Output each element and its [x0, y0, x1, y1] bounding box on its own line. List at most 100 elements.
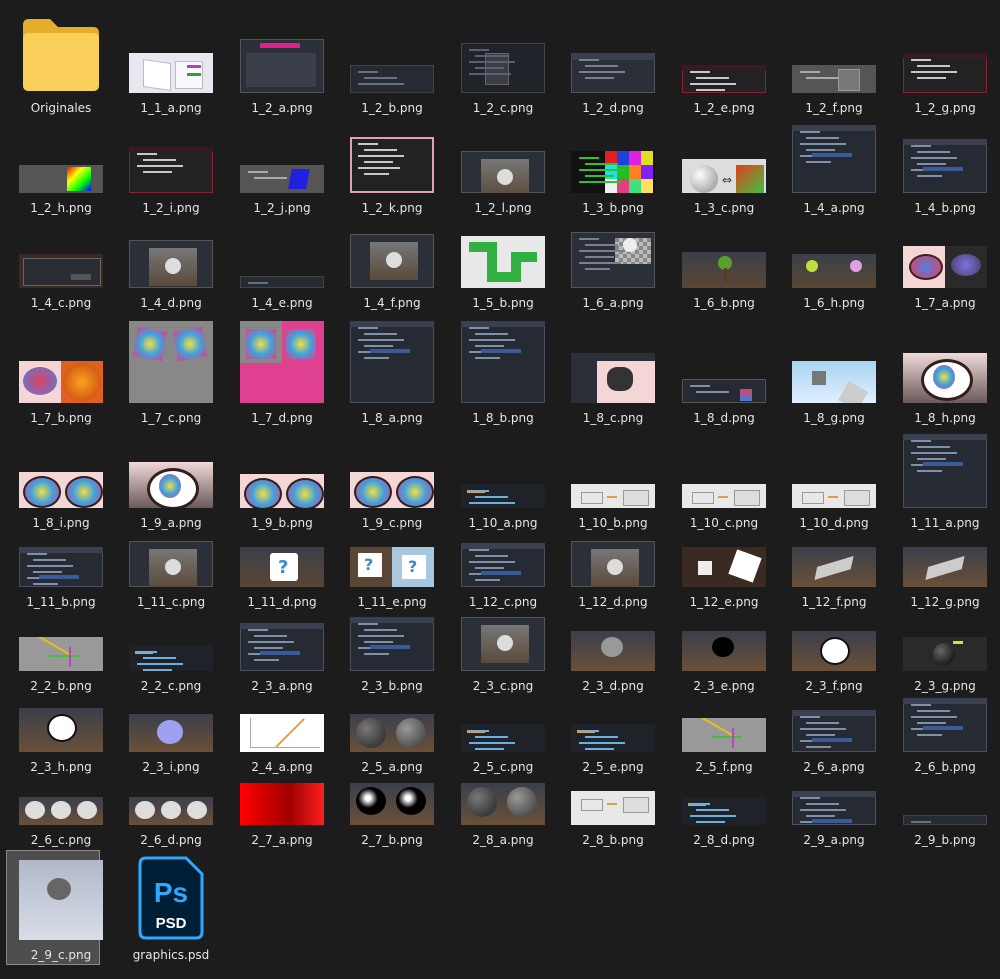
file-name-label: 2_8_d.png: [693, 833, 755, 847]
thumbnail: [227, 714, 337, 752]
thumbnail: [779, 254, 889, 288]
file-name-label: 1_12_f.png: [801, 595, 867, 609]
thumbnail: [227, 165, 337, 193]
thumbnail: [779, 710, 889, 752]
file-name-label: 2_9_b.png: [914, 833, 976, 847]
image-thumbnail: [461, 543, 545, 587]
file-name-label: 1_10_b.png: [578, 516, 648, 530]
image-thumbnail: [903, 815, 987, 825]
image-thumbnail: [240, 39, 324, 93]
file-name-label: 2_5_f.png: [695, 760, 753, 774]
file-name-label: 1_11_d.png: [247, 595, 317, 609]
image-thumbnail: [571, 53, 655, 93]
file-name-label: 1_8_i.png: [32, 516, 90, 530]
thumbnail: [337, 321, 447, 403]
photoshop-file-icon: Ps PSD: [116, 856, 226, 940]
thumbnail: [227, 321, 337, 403]
thumbnail: [227, 39, 337, 93]
file-name-label: 1_2_h.png: [30, 201, 92, 215]
file-name-label: 1_9_a.png: [140, 516, 202, 530]
image-thumbnail: [682, 379, 766, 403]
file-name-label: 2_9_a.png: [803, 833, 865, 847]
file-name-label: 1_6_b.png: [693, 296, 755, 310]
image-thumbnail: [571, 631, 655, 671]
thumbnail: [558, 53, 668, 93]
thumbnail: [890, 698, 1000, 752]
file-name-label: 2_8_a.png: [472, 833, 534, 847]
image-thumbnail: [19, 165, 103, 193]
thumbnail: [448, 783, 558, 825]
image-thumbnail: [19, 708, 103, 752]
file-name-label: Originales: [30, 101, 92, 115]
file-name-label: 2_3_c.png: [472, 679, 534, 693]
thumbnail: [558, 232, 668, 288]
thumbnail: [558, 353, 668, 403]
image-thumbnail: [571, 151, 655, 193]
file-name-label: 2_9_c.png: [30, 948, 92, 962]
thumbnail: [448, 236, 558, 288]
file-name-label: 1_8_g.png: [803, 411, 865, 425]
image-thumbnail: [571, 232, 655, 288]
thumbnail: [779, 484, 889, 508]
file-name-label: 1_8_d.png: [693, 411, 755, 425]
image-thumbnail: [129, 645, 213, 671]
file-name-label: 1_2_a.png: [251, 101, 313, 115]
thumbnail: [669, 797, 779, 825]
image-thumbnail: ?: [240, 547, 324, 587]
file-name-label: 1_2_f.png: [805, 101, 863, 115]
thumbnail: [116, 541, 226, 587]
image-thumbnail: [682, 718, 766, 752]
thumbnail: [448, 543, 558, 587]
image-thumbnail: [129, 240, 213, 288]
thumbnail: [669, 252, 779, 288]
image-thumbnail: [571, 541, 655, 587]
file-name-label: 1_2_l.png: [474, 201, 532, 215]
image-thumbnail: [19, 637, 103, 671]
image-thumbnail: [571, 724, 655, 752]
thumbnail: [116, 321, 226, 403]
thumbnail: [6, 361, 116, 403]
image-thumbnail: [350, 714, 434, 752]
image-thumbnail: [19, 472, 103, 508]
file-name-label: 1_2_j.png: [253, 201, 311, 215]
image-thumbnail: [571, 353, 655, 403]
thumbnail: [669, 379, 779, 403]
image-thumbnail: [461, 617, 545, 671]
thumbnail: [116, 240, 226, 288]
image-thumbnail: [129, 714, 213, 752]
file-name-label: 1_11_a.png: [910, 516, 980, 530]
file-name-label: 2_5_e.png: [582, 760, 644, 774]
thumbnail: [6, 637, 116, 671]
image-thumbnail: [903, 434, 987, 508]
file-name-label: 2_6_d.png: [140, 833, 202, 847]
file-name-label: 1_7_c.png: [140, 411, 202, 425]
file-name-label: 1_6_a.png: [582, 296, 644, 310]
image-thumbnail: [682, 65, 766, 93]
thumbnail: [558, 541, 668, 587]
file-grid: Originales 1_1_a.png 1_2_a.png 1_2_b.png 1_2…: [0, 0, 1000, 979]
thumbnail: [337, 137, 447, 193]
file-name-label: 1_11_b.png: [26, 595, 96, 609]
thumbnail: [558, 724, 668, 752]
file-name-label: 1_4_d.png: [140, 296, 202, 310]
thumbnail: [448, 151, 558, 193]
image-thumbnail: [792, 254, 876, 288]
file-name-label: 2_7_b.png: [361, 833, 423, 847]
file-name-label: 2_3_b.png: [361, 679, 423, 693]
file-name-label: 1_12_c.png: [468, 595, 538, 609]
file-name-label: 2_3_h.png: [30, 760, 92, 774]
image-thumbnail: [792, 65, 876, 93]
image-thumbnail: [19, 797, 103, 825]
file-name-label: 1_4_a.png: [803, 201, 865, 215]
image-thumbnail: [461, 43, 545, 93]
image-thumbnail: [129, 462, 213, 508]
image-thumbnail: [350, 137, 434, 193]
image-thumbnail: [792, 125, 876, 193]
image-thumbnail: [19, 361, 103, 403]
file-name-label: 2_3_a.png: [251, 679, 313, 693]
thumbnail: [6, 472, 116, 508]
image-thumbnail: [240, 321, 324, 403]
image-thumbnail: [461, 484, 545, 508]
image-thumbnail: [682, 484, 766, 508]
file-name-label: 2_2_c.png: [140, 679, 202, 693]
